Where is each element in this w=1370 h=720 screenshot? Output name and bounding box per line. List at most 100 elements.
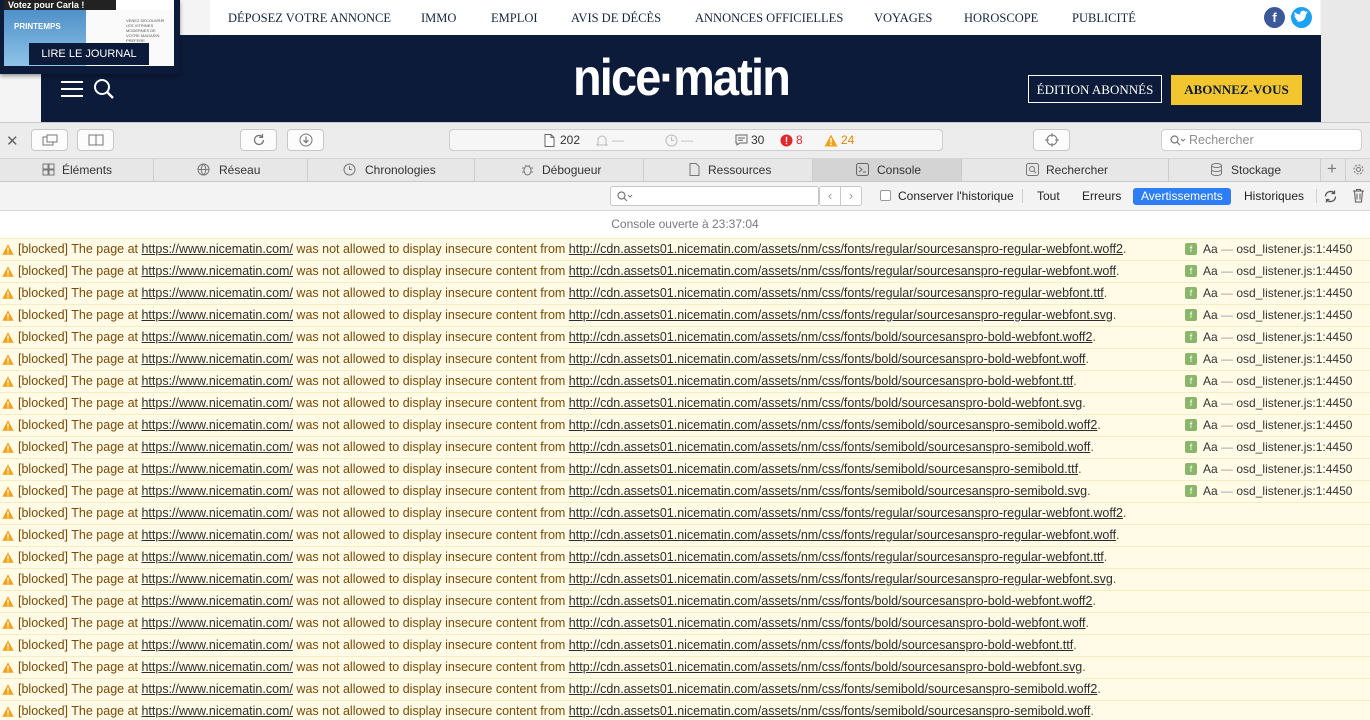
nice-matin-logo[interactable]: nice·matin bbox=[559, 47, 804, 109]
console-message-row[interactable]: [blocked] The page at https://www.nicema… bbox=[0, 612, 1370, 634]
page-url-link[interactable]: https://www.nicematin.com/ bbox=[141, 528, 292, 542]
console-message-row[interactable]: [blocked] The page at https://www.nicema… bbox=[0, 326, 1370, 348]
page-url-link[interactable]: https://www.nicematin.com/ bbox=[141, 308, 292, 322]
filter-errors-button[interactable]: Erreurs bbox=[1074, 188, 1129, 205]
page-url-link[interactable]: https://www.nicematin.com/ bbox=[141, 638, 292, 652]
page-url-link[interactable]: https://www.nicematin.com/ bbox=[141, 396, 292, 410]
refresh-icon[interactable] bbox=[1323, 189, 1338, 204]
console-message-row[interactable]: [blocked] The page at https://www.nicema… bbox=[0, 524, 1370, 546]
nav-emploi[interactable]: EMPLOI bbox=[491, 11, 538, 26]
source-location-link[interactable]: osd_listener.js:1:4450 bbox=[1236, 330, 1352, 344]
dock-side-button[interactable] bbox=[77, 129, 114, 151]
page-url-link[interactable]: https://www.nicematin.com/ bbox=[141, 550, 292, 564]
trash-icon[interactable] bbox=[1352, 188, 1365, 203]
console-message-row[interactable]: [blocked] The page at https://www.nicema… bbox=[0, 502, 1370, 524]
messages-count[interactable]: 30 bbox=[751, 133, 764, 147]
message-source[interactable]: f Aa — osd_listener.js:1:4450 bbox=[1185, 349, 1352, 370]
warnings-count[interactable]: 24 bbox=[841, 133, 854, 147]
blocked-resource-link[interactable]: http://cdn.assets01.nicematin.com/assets… bbox=[569, 440, 1091, 454]
tab-timelines[interactable]: Chronologies bbox=[308, 159, 475, 181]
console-message-row[interactable]: [blocked] The page at https://www.nicema… bbox=[0, 414, 1370, 436]
console-message-row[interactable]: [blocked] The page at https://www.nicema… bbox=[0, 392, 1370, 414]
tab-resources[interactable]: Ressources bbox=[644, 159, 813, 181]
detach-window-button[interactable] bbox=[31, 129, 68, 151]
message-source[interactable]: f Aa — osd_listener.js:1:4450 bbox=[1185, 305, 1352, 326]
console-message-row[interactable]: [blocked] The page at https://www.nicema… bbox=[0, 370, 1370, 392]
page-url-link[interactable]: https://www.nicematin.com/ bbox=[141, 440, 292, 454]
source-location-link[interactable]: osd_listener.js:1:4450 bbox=[1236, 462, 1352, 476]
console-message-row[interactable]: [blocked] The page at https://www.nicema… bbox=[0, 700, 1370, 720]
page-url-link[interactable]: https://www.nicematin.com/ bbox=[141, 374, 292, 388]
console-filter-input[interactable] bbox=[610, 186, 819, 206]
journal-widget[interactable]: Votez pour Carla ! PRINTEMPS VENEZ DECOU… bbox=[0, 0, 180, 74]
source-location-link[interactable]: osd_listener.js:1:4450 bbox=[1236, 264, 1352, 278]
blocked-resource-link[interactable]: http://cdn.assets01.nicematin.com/assets… bbox=[569, 528, 1116, 542]
message-source[interactable]: f Aa — osd_listener.js:1:4450 bbox=[1185, 481, 1352, 502]
blocked-resource-link[interactable]: http://cdn.assets01.nicematin.com/assets… bbox=[569, 242, 1123, 256]
source-location-link[interactable]: osd_listener.js:1:4450 bbox=[1236, 352, 1352, 366]
filter-logs-button[interactable]: Historiques bbox=[1236, 188, 1312, 205]
checkbox-box[interactable] bbox=[880, 190, 891, 201]
console-message-row[interactable]: [blocked] The page at https://www.nicema… bbox=[0, 282, 1370, 304]
message-source[interactable]: f Aa — osd_listener.js:1:4450 bbox=[1185, 283, 1352, 304]
nav-immo[interactable]: IMMO bbox=[421, 11, 456, 26]
nav-avis-deces[interactable]: AVIS DE DÉCÈS bbox=[571, 11, 661, 26]
page-url-link[interactable]: https://www.nicematin.com/ bbox=[141, 506, 292, 520]
blocked-resource-link[interactable]: http://cdn.assets01.nicematin.com/assets… bbox=[569, 396, 1082, 410]
blocked-resource-link[interactable]: http://cdn.assets01.nicematin.com/assets… bbox=[569, 352, 1086, 366]
facebook-icon[interactable]: f bbox=[1264, 7, 1285, 28]
blocked-resource-link[interactable]: http://cdn.assets01.nicematin.com/assets… bbox=[569, 704, 1091, 718]
page-url-link[interactable]: https://www.nicematin.com/ bbox=[141, 330, 292, 344]
console-message-row[interactable]: [blocked] The page at https://www.nicema… bbox=[0, 304, 1370, 326]
console-message-row[interactable]: [blocked] The page at https://www.nicema… bbox=[0, 568, 1370, 590]
console-message-row[interactable]: [blocked] The page at https://www.nicema… bbox=[0, 678, 1370, 700]
page-url-link[interactable]: https://www.nicematin.com/ bbox=[141, 660, 292, 674]
blocked-resource-link[interactable]: http://cdn.assets01.nicematin.com/assets… bbox=[569, 506, 1123, 520]
filter-warnings-button[interactable]: Avertissements bbox=[1133, 188, 1231, 205]
next-match-button[interactable]: › bbox=[840, 186, 862, 206]
errors-count[interactable]: 8 bbox=[796, 133, 803, 147]
blocked-resource-link[interactable]: http://cdn.assets01.nicematin.com/assets… bbox=[569, 616, 1086, 630]
message-source[interactable]: f Aa — osd_listener.js:1:4450 bbox=[1185, 239, 1352, 260]
tab-storage[interactable]: Stockage bbox=[1169, 159, 1321, 181]
source-location-link[interactable]: osd_listener.js:1:4450 bbox=[1236, 374, 1352, 388]
blocked-resource-link[interactable]: http://cdn.assets01.nicematin.com/assets… bbox=[569, 374, 1073, 388]
source-location-link[interactable]: osd_listener.js:1:4450 bbox=[1236, 440, 1352, 454]
console-message-row[interactable]: [blocked] The page at https://www.nicema… bbox=[0, 458, 1370, 480]
tab-search[interactable]: Rechercher bbox=[962, 159, 1169, 181]
close-inspector-icon[interactable]: ✕ bbox=[6, 132, 19, 150]
source-location-link[interactable]: osd_listener.js:1:4450 bbox=[1236, 308, 1352, 322]
console-message-row[interactable]: [blocked] The page at https://www.nicema… bbox=[0, 656, 1370, 678]
inspector-search-field[interactable]: Rechercher bbox=[1161, 129, 1362, 151]
blocked-resource-link[interactable]: http://cdn.assets01.nicematin.com/assets… bbox=[569, 264, 1116, 278]
blocked-resource-link[interactable]: http://cdn.assets01.nicematin.com/assets… bbox=[569, 594, 1093, 608]
search-icon[interactable] bbox=[93, 78, 115, 100]
blocked-resource-link[interactable]: http://cdn.assets01.nicematin.com/assets… bbox=[569, 286, 1104, 300]
reload-button[interactable] bbox=[240, 129, 277, 151]
console-message-row[interactable]: [blocked] The page at https://www.nicema… bbox=[0, 590, 1370, 612]
blocked-resource-link[interactable]: http://cdn.assets01.nicematin.com/assets… bbox=[569, 418, 1098, 432]
previous-match-button[interactable]: ‹ bbox=[819, 186, 841, 206]
page-url-link[interactable]: https://www.nicematin.com/ bbox=[141, 682, 292, 696]
settings-button[interactable] bbox=[1346, 159, 1370, 181]
lire-le-journal-button[interactable]: LIRE LE JOURNAL bbox=[29, 43, 149, 65]
download-button[interactable] bbox=[287, 129, 324, 151]
abonnez-vous-button[interactable]: ABONNEZ-VOUS bbox=[1171, 75, 1302, 105]
blocked-resource-link[interactable]: http://cdn.assets01.nicematin.com/assets… bbox=[569, 550, 1104, 564]
page-url-link[interactable]: https://www.nicematin.com/ bbox=[141, 704, 292, 718]
nav-publicite[interactable]: PUBLICITÉ bbox=[1072, 11, 1136, 26]
source-location-link[interactable]: osd_listener.js:1:4450 bbox=[1236, 396, 1352, 410]
page-url-link[interactable]: https://www.nicematin.com/ bbox=[141, 352, 292, 366]
console-message-row[interactable]: [blocked] The page at https://www.nicema… bbox=[0, 238, 1370, 260]
element-picker-button[interactable] bbox=[1033, 129, 1070, 151]
console-message-row[interactable]: [blocked] The page at https://www.nicema… bbox=[0, 634, 1370, 656]
blocked-resource-link[interactable]: http://cdn.assets01.nicematin.com/assets… bbox=[569, 660, 1082, 674]
tab-console[interactable]: Console bbox=[813, 159, 962, 181]
page-url-link[interactable]: https://www.nicematin.com/ bbox=[141, 264, 292, 278]
page-url-link[interactable]: https://www.nicematin.com/ bbox=[141, 242, 292, 256]
blocked-resource-link[interactable]: http://cdn.assets01.nicematin.com/assets… bbox=[569, 682, 1098, 696]
page-url-link[interactable]: https://www.nicematin.com/ bbox=[141, 484, 292, 498]
tab-debugger[interactable]: Débogueur bbox=[475, 159, 644, 181]
nav-deposez-annonce[interactable]: DÉPOSEZ VOTRE ANNONCE bbox=[228, 11, 391, 26]
tab-elements[interactable]: Éléments bbox=[0, 159, 154, 181]
